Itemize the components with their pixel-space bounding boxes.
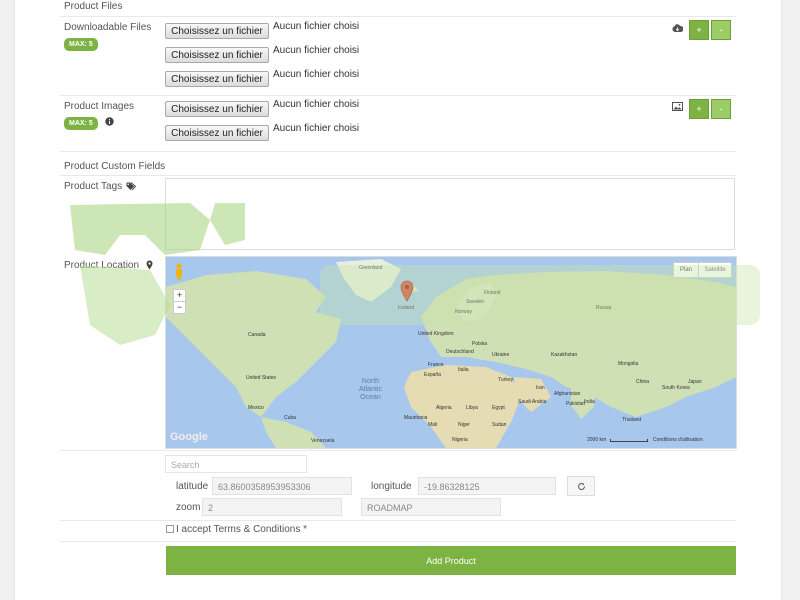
map-label: Polska [472,341,488,347]
street-view-pegman-icon[interactable] [174,263,184,281]
add-product-button[interactable]: Add Product [166,546,736,575]
map-scale: 2000 km [587,437,607,443]
divider [60,95,736,96]
map-label: Cuba [284,415,296,421]
map-label: South Korea [662,385,690,391]
cloud-download-icon [672,24,684,33]
map-label: Algeria [436,405,452,411]
map-label: Mali [428,422,438,428]
longitude-label: longitude [371,481,412,492]
section-title-custom-fields: Product Custom Fields [64,161,166,172]
map-label: Mongolia [618,361,639,367]
map-label: España [424,372,441,378]
info-icon[interactable] [105,117,114,126]
product-tags-input[interactable] [165,178,735,250]
images-file-button-2[interactable]: Choisissez un fichier [165,125,269,141]
downloadable-file-button-2[interactable]: Choisissez un fichier [165,47,269,63]
maptype-input[interactable]: ROADMAP [361,498,501,516]
images-add-button[interactable]: + [689,99,709,119]
location-map[interactable]: Greenland Iceland Norway Finland Sweden … [165,256,737,449]
downloadable-add-button[interactable]: + [689,20,709,40]
divider [60,520,736,521]
map-label: Sudan [492,422,507,428]
section-title-product-files: Product Files [64,1,123,12]
refresh-button[interactable] [567,476,595,496]
map-label: United States [246,375,277,381]
map-label: Russia [596,305,612,311]
map-label: Mexico [248,405,264,411]
divider [60,16,736,17]
latitude-input[interactable]: 63.8600358953953306 [212,477,352,495]
map-marker-icon [146,260,153,270]
refresh-icon [577,482,585,490]
map-label: Deutschland [446,349,474,355]
map-label: Finland [484,290,501,296]
downloadable-no-file-2: Aucun fichier choisi [273,45,360,56]
map-type-plan-button[interactable]: Plan [673,262,699,278]
map-label: Japan [688,379,702,385]
zoom-input[interactable]: 2 [202,498,342,516]
map-label: Turkey [498,377,514,383]
map-label: Niger [458,422,470,428]
map-label: India [584,399,595,405]
divider [60,175,736,176]
map-scale-bar [610,439,648,442]
map-label: Egypt [492,405,505,411]
map-label: Kazakhstan [551,352,578,358]
map-label: Italia [458,367,469,373]
tags-icon [126,182,137,191]
google-logo: Google [170,431,208,443]
map-label: Saudi Arabia [518,399,547,405]
map-label: United Kingdom [418,331,454,337]
images-remove-button[interactable]: - [711,99,731,119]
downloadable-max-badge: MAX: 5 [64,38,98,51]
map-label: Ukraine [492,352,510,358]
images-file-button-1[interactable]: Choisissez un fichier [165,101,269,117]
image-icon [672,102,683,111]
ocean-label: North Atlantic Ocean [359,378,382,401]
divider [60,541,736,542]
product-images-label: Product Images [64,101,135,112]
zoom-label: zoom [176,502,201,513]
map-label: Sweden [466,299,485,305]
longitude-input[interactable]: -19.86328125 [418,477,556,495]
downloadable-file-button-3[interactable]: Choisissez un fichier [165,71,269,87]
divider [60,151,736,152]
map-label: Libya [466,405,478,411]
downloadable-files-label: Downloadable Files [64,22,152,33]
terms-label: I accept Terms & Conditions * [176,524,307,535]
map-label: Canada [248,332,266,338]
downloadable-remove-button[interactable]: - [711,20,731,40]
downloadable-file-button-1[interactable]: Choisissez un fichier [165,23,269,39]
zoom-out-button[interactable]: − [173,301,186,314]
map-terms-link[interactable]: Conditions d'utilisation [653,437,703,443]
map-label: Norway [455,309,472,315]
map-label: Venezuela [311,438,335,444]
downloadable-no-file-1: Aucun fichier choisi [273,21,360,32]
map-pin-icon[interactable] [400,280,414,302]
divider [60,450,736,451]
map-label: Mauritania [404,415,428,421]
map-label: Iran [536,385,545,391]
map-label: Afghanistan [554,391,581,397]
map-label: Iceland [398,305,415,311]
map-label: France [428,362,444,368]
latitude-label: latitude [176,481,209,492]
map-label: Nigeria [452,437,468,443]
images-no-file-2: Aucun fichier choisi [273,123,360,134]
images-no-file-1: Aucun fichier choisi [273,99,360,110]
map-label: Pakistan [566,401,586,407]
map-label: Greenland [359,265,383,271]
map-label: China [636,379,650,385]
location-search-input[interactable]: Search [165,455,307,473]
map-type-satellite-button[interactable]: Satellite [698,262,732,278]
product-location-label: Product Location [64,260,140,271]
product-tags-label: Product Tags [64,181,123,192]
images-max-badge: MAX: 5 [64,117,98,130]
map-label: Thailand [622,417,642,423]
terms-checkbox[interactable] [166,525,174,533]
downloadable-no-file-3: Aucun fichier choisi [273,69,360,80]
